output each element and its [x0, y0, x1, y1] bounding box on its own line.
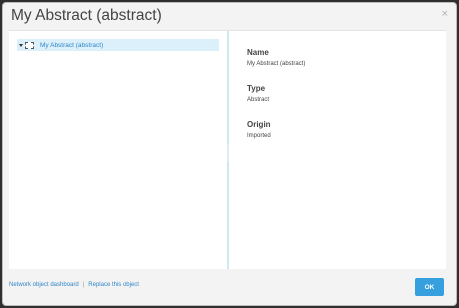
- tree-item-my-abstract[interactable]: My Abstract (abstract): [17, 39, 219, 51]
- origin-value: Imported: [247, 133, 271, 139]
- type-label: Type: [247, 84, 266, 93]
- name-label: Name: [247, 48, 269, 57]
- name-value: My Abstract (abstract): [247, 61, 306, 67]
- object-details-pane: Name My Abstract (abstract) Type Abstrac…: [229, 31, 446, 269]
- origin-label: Origin: [247, 120, 271, 129]
- replace-object-link[interactable]: Replace this object: [88, 282, 139, 288]
- abstract-object-icon: [25, 41, 34, 49]
- dialog-title: My Abstract (abstract): [11, 7, 162, 24]
- dialog-body: My Abstract (abstract) Name My Abstract …: [9, 30, 446, 269]
- type-value: Abstract: [247, 97, 270, 103]
- close-icon[interactable]: ×: [442, 9, 448, 20]
- network-object-dashboard-link[interactable]: Network object dashboard: [9, 282, 79, 288]
- footer-links: Network object dashboard | Replace this …: [9, 282, 139, 288]
- dialog-header: My Abstract (abstract) ×: [3, 3, 456, 31]
- tree-item-label: My Abstract (abstract): [40, 41, 104, 49]
- ok-button[interactable]: OK: [415, 278, 444, 296]
- footer-separator: |: [82, 282, 85, 288]
- caret-down-icon[interactable]: [19, 43, 23, 47]
- object-tree-pane: My Abstract (abstract): [9, 31, 227, 269]
